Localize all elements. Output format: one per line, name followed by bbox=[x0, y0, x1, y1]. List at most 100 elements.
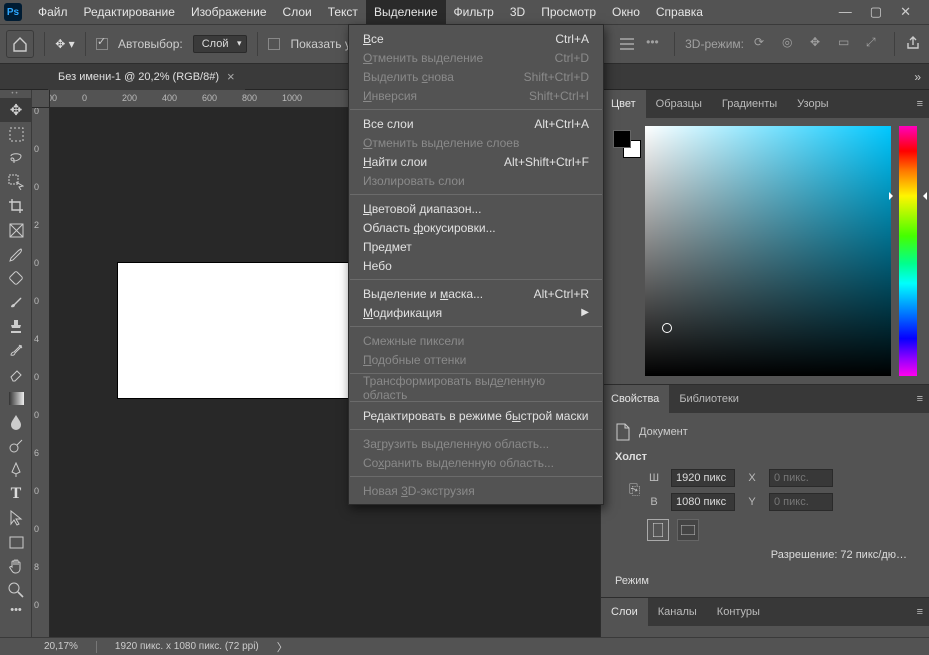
fg-bg-swatch[interactable] bbox=[613, 130, 641, 158]
status-zoom[interactable]: 20,17% bbox=[44, 641, 78, 652]
maximize-button[interactable]: ▢ bbox=[870, 4, 882, 20]
autoselect-target-select[interactable]: Слой bbox=[193, 35, 248, 53]
resolution-label: Разрешение: 72 пикс/дю… bbox=[615, 549, 915, 561]
hue-slider[interactable] bbox=[899, 126, 917, 376]
gradient-tool[interactable] bbox=[0, 386, 32, 410]
zoom-tool[interactable] bbox=[0, 578, 32, 602]
menu-item[interactable]: Предмет bbox=[349, 237, 603, 256]
menu-item[interactable]: Все слоиAlt+Ctrl+A bbox=[349, 114, 603, 133]
zoom3d-icon[interactable]: ⤢ bbox=[866, 35, 884, 53]
document-icon bbox=[615, 423, 631, 441]
menu-файл[interactable]: Файл bbox=[30, 0, 76, 24]
slide-icon[interactable]: ▭ bbox=[838, 35, 856, 53]
frame-tool[interactable] bbox=[0, 218, 32, 242]
selection-tool[interactable] bbox=[0, 170, 32, 194]
dodge-tool[interactable] bbox=[0, 434, 32, 458]
type-tool[interactable]: T bbox=[0, 482, 32, 506]
ruler-vertical[interactable]: 000200400600800 bbox=[32, 108, 50, 637]
eyedropper-tool[interactable] bbox=[0, 242, 32, 266]
properties-panel-menu-icon[interactable]: ≡ bbox=[911, 393, 929, 405]
eraser-tool[interactable] bbox=[0, 362, 32, 386]
menu-item[interactable]: ВсеCtrl+A bbox=[349, 29, 603, 48]
autoselect-checkbox[interactable] bbox=[96, 38, 108, 50]
link-icon[interactable]: ⎘ bbox=[629, 481, 640, 498]
menu-item[interactable]: Модификация▶ bbox=[349, 303, 603, 322]
status-bar: 20,17% 1920 пикс. x 1080 пикс. (72 ppi) … bbox=[0, 637, 929, 655]
history-brush-tool[interactable] bbox=[0, 338, 32, 362]
tab-layers[interactable]: Слои bbox=[601, 598, 648, 626]
orientation-landscape[interactable] bbox=[677, 519, 699, 541]
menu-текст[interactable]: Текст bbox=[320, 0, 366, 24]
tab-color[interactable]: Цвет bbox=[601, 90, 646, 118]
menu-редактирование[interactable]: Редактирование bbox=[76, 0, 183, 24]
tab-paths[interactable]: Контуры bbox=[707, 598, 770, 626]
menu-item[interactable]: Найти слоиAlt+Shift+Ctrl+F bbox=[349, 152, 603, 171]
tab-libraries[interactable]: Библиотеки bbox=[669, 385, 749, 413]
toolbox-grip[interactable]: •• bbox=[0, 90, 31, 98]
document-canvas[interactable] bbox=[118, 263, 368, 398]
menu-выделение[interactable]: Выделение bbox=[366, 0, 446, 24]
healing-tool[interactable] bbox=[0, 266, 32, 290]
tab-gradients[interactable]: Градиенты bbox=[712, 90, 787, 118]
hand-tool[interactable] bbox=[0, 554, 32, 578]
close-button[interactable]: ✕ bbox=[900, 4, 911, 20]
marquee-tool[interactable] bbox=[0, 122, 32, 146]
document-tab[interactable]: Без имени-1 @ 20,2% (RGB/8#) × bbox=[48, 64, 245, 90]
panel-chevrons-icon[interactable]: » bbox=[906, 70, 929, 84]
height-label: В bbox=[647, 496, 661, 508]
brush-tool[interactable] bbox=[0, 290, 32, 314]
menu-item[interactable]: Редактировать в режиме быстрой маски bbox=[349, 406, 603, 425]
align-icon[interactable] bbox=[618, 35, 636, 53]
distribute-icon[interactable]: ••• bbox=[646, 35, 664, 53]
app-logo: Ps bbox=[4, 3, 22, 21]
status-chevron-icon[interactable]: 〉 bbox=[277, 639, 288, 655]
color-panel-menu-icon[interactable]: ≡ bbox=[911, 98, 929, 110]
x-field[interactable] bbox=[769, 469, 833, 487]
home-button[interactable] bbox=[6, 30, 34, 58]
menu-фильтр[interactable]: Фильтр bbox=[446, 0, 502, 24]
menu-справка[interactable]: Справка bbox=[648, 0, 711, 24]
tab-patterns[interactable]: Узоры bbox=[787, 90, 838, 118]
shape-tool[interactable] bbox=[0, 530, 32, 554]
y-field[interactable] bbox=[769, 493, 833, 511]
pen-tool[interactable] bbox=[0, 458, 32, 482]
color-field[interactable] bbox=[645, 126, 891, 376]
menu-item[interactable]: Цветовой диапазон... bbox=[349, 199, 603, 218]
layers-panel-menu-icon[interactable]: ≡ bbox=[911, 606, 929, 618]
blur-tool[interactable] bbox=[0, 410, 32, 434]
tab-properties[interactable]: Свойства bbox=[601, 385, 669, 413]
menu-изображение[interactable]: Изображение bbox=[183, 0, 275, 24]
menu-слои[interactable]: Слои bbox=[275, 0, 320, 24]
menu-item: Изолировать слои bbox=[349, 171, 603, 190]
menu-item[interactable]: Небо bbox=[349, 256, 603, 275]
height-field[interactable] bbox=[671, 493, 735, 511]
menu-item[interactable]: Выделение и маска...Alt+Ctrl+R bbox=[349, 284, 603, 303]
orientation-portrait[interactable] bbox=[647, 519, 669, 541]
menu-item: Загрузить выделенную область... bbox=[349, 434, 603, 453]
document-tab-close-icon[interactable]: × bbox=[227, 69, 235, 84]
menu-item[interactable]: Область фокусировки... bbox=[349, 218, 603, 237]
orbit-icon[interactable]: ⟳ bbox=[754, 35, 772, 53]
toolbox-more[interactable]: ••• bbox=[0, 602, 32, 618]
show-controls-checkbox[interactable] bbox=[268, 38, 280, 50]
roll-icon[interactable]: ◎ bbox=[782, 35, 800, 53]
window-controls: — ▢ ✕ bbox=[839, 4, 925, 20]
menu-item: Сохранить выделенную область... bbox=[349, 453, 603, 472]
move-tool[interactable]: ✥ bbox=[0, 98, 32, 122]
status-dimensions[interactable]: 1920 пикс. x 1080 пикс. (72 ppi) bbox=[115, 641, 259, 652]
stamp-tool[interactable] bbox=[0, 314, 32, 338]
tab-channels[interactable]: Каналы bbox=[648, 598, 707, 626]
crop-tool[interactable] bbox=[0, 194, 32, 218]
tab-swatches[interactable]: Образцы bbox=[646, 90, 712, 118]
minimize-button[interactable]: — bbox=[839, 4, 852, 20]
lasso-tool[interactable] bbox=[0, 146, 32, 170]
width-field[interactable] bbox=[671, 469, 735, 487]
path-select-tool[interactable] bbox=[0, 506, 32, 530]
share-icon[interactable] bbox=[905, 35, 923, 53]
move-tool-icon[interactable]: ✥ ▾ bbox=[55, 34, 75, 54]
menu-3d[interactable]: 3D bbox=[502, 0, 533, 24]
ruler-origin[interactable] bbox=[32, 90, 50, 108]
menu-окно[interactable]: Окно bbox=[604, 0, 648, 24]
menu-просмотр[interactable]: Просмотр bbox=[533, 0, 604, 24]
pan-icon[interactable]: ✥ bbox=[810, 35, 828, 53]
